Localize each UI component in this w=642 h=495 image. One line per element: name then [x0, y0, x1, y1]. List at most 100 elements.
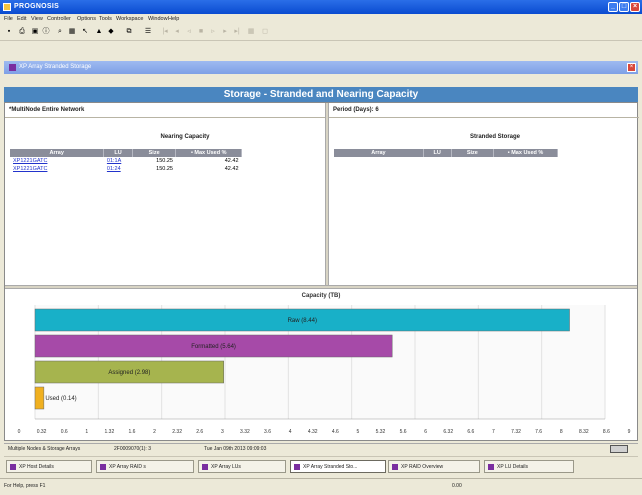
task-xp-array-raids[interactable]: XP Array RAID s — [96, 460, 194, 473]
maximize-button[interactable]: □ — [619, 2, 629, 12]
vertical-splitter[interactable] — [325, 103, 329, 286]
app-icon — [3, 3, 11, 11]
column-size[interactable]: Size — [132, 149, 177, 157]
layout-icon[interactable] — [610, 445, 628, 453]
chart-icon — [9, 64, 16, 71]
task-label: XP LU Details — [497, 464, 529, 470]
save-icon[interactable]: ▪ — [4, 27, 14, 37]
subwindow-close-button[interactable]: × — [627, 63, 636, 72]
table-row[interactable]: XP1221GATC 01:1A 150.25 42.42 — [10, 157, 242, 165]
size-cell: 150.25 — [156, 158, 173, 164]
window-tabs: XP Host Details XP Array RAID s XP Array… — [4, 456, 638, 475]
nodes-label: Multiple Nodes & Storage Arrays — [8, 446, 81, 452]
task-xp-raid-overview[interactable]: XP RAID Overview — [388, 460, 480, 473]
x-tick-label: 4 — [289, 429, 292, 435]
size-cell: 150.25 — [156, 166, 173, 172]
lu-link[interactable]: 01:1A — [104, 157, 132, 165]
close-button[interactable]: × — [630, 2, 640, 12]
nav-play-icon[interactable]: ▹ — [208, 27, 218, 37]
menu-view[interactable]: View — [31, 16, 43, 22]
status-value: 0.00 — [452, 483, 462, 489]
x-tick-label: 1.6 — [128, 429, 135, 435]
nav-prev-icon[interactable]: ◂ — [172, 27, 182, 37]
chart-icon — [294, 464, 300, 470]
x-tick-label: 2.32 — [172, 429, 182, 435]
lock-icon[interactable]: ▲ — [94, 27, 104, 37]
lu-link[interactable]: 01:24 — [104, 165, 132, 173]
column-array[interactable]: Array — [334, 149, 424, 157]
window-icon[interactable]: ◻ — [260, 27, 270, 37]
task-xp-host-details[interactable]: XP Host Details — [6, 460, 92, 473]
x-tick-label: 4.32 — [308, 429, 318, 435]
chart-icon — [100, 464, 106, 470]
task-xp-lu-details[interactable]: XP LU Details — [484, 460, 574, 473]
zoom-icon[interactable]: ⌕ — [55, 27, 65, 37]
copy-icon[interactable]: ⧉ — [124, 27, 134, 37]
minimize-button[interactable]: _ — [608, 2, 618, 12]
menu-options[interactable]: Options — [77, 16, 96, 22]
nav-stop-icon[interactable]: ■ — [196, 27, 206, 37]
pointer-icon[interactable]: ↖ — [80, 27, 90, 37]
table-row[interactable]: XP1221GATC 01:24 150.25 42.42 — [10, 165, 242, 173]
column-max-used[interactable]: • Max Used % — [175, 149, 242, 157]
menu-file[interactable]: File — [4, 16, 13, 22]
window-title: PROGNOSIS — [14, 3, 60, 10]
page-title: Storage - Stranded and Nearing Capacity — [4, 87, 638, 102]
task-xp-array-lus[interactable]: XP Array LUs — [198, 460, 286, 473]
x-tick-label: 3.6 — [264, 429, 271, 435]
menu-edit[interactable]: Edit — [17, 16, 26, 22]
menu-tools[interactable]: Tools — [99, 16, 112, 22]
capacity-chart: Raw (8.44) Formatted (5.64) Assigned (2.98… — [18, 305, 631, 435]
list-icon[interactable]: ☰ — [143, 27, 153, 37]
x-tick-label: 0 — [18, 429, 21, 435]
task-label: XP Host Details — [19, 464, 54, 470]
help-hint: For Help, press F1 — [4, 483, 46, 489]
array-link[interactable]: XP1221GATC — [10, 157, 104, 165]
header-divider — [5, 117, 639, 118]
alert-icon[interactable]: ◆ — [106, 27, 116, 37]
chart-icon[interactable]: ▦ — [67, 27, 77, 37]
x-tick-label: 9 — [628, 429, 631, 435]
menu-controller[interactable]: Controller — [47, 16, 71, 22]
period-label: Period (Days): 6 — [333, 107, 379, 113]
nav-back-icon[interactable]: ◃ — [184, 27, 194, 37]
task-label: XP Array Stranded Sto... — [303, 464, 358, 470]
bar-label-2: Assigned (2.98) — [108, 370, 150, 376]
bar-label-0: Raw (8.44) — [288, 318, 317, 324]
x-tick-label: 4.6 — [332, 429, 339, 435]
display-icon[interactable]: ▣ — [30, 27, 40, 37]
array-link[interactable]: XP1221GATC — [10, 165, 104, 173]
subwindow-title-bar: XP Array Stranded Storage × — [4, 61, 638, 74]
status-bar: For Help, press F1 0.00 — [0, 478, 642, 495]
stranded-storage-table: Array LU Size • Max Used % — [334, 149, 558, 157]
x-tick-label: 6.6 — [467, 429, 474, 435]
menu-workspace[interactable]: Workspace — [116, 16, 143, 22]
x-tick-label: 0.32 — [37, 429, 47, 435]
menu-window[interactable]: Window — [148, 16, 168, 22]
nav-next-icon[interactable]: ▸ — [220, 27, 230, 37]
task-xp-array-stranded-storage[interactable]: XP Array Stranded Sto... — [290, 460, 386, 473]
menu-bar: File Edit View Controller Options Tools … — [0, 14, 642, 25]
column-max-used[interactable]: • Max Used % — [493, 149, 558, 157]
x-tick-label: 2 — [153, 429, 156, 435]
bar-label-1: Formatted (5.64) — [191, 344, 236, 350]
menu-help[interactable]: Help — [168, 16, 179, 22]
network-label: *MultiNode Entire Network — [9, 107, 85, 113]
bar-label-3: Used (0.14) — [45, 396, 76, 402]
column-lu[interactable]: LU — [103, 149, 133, 157]
column-array[interactable]: Array — [10, 149, 105, 157]
chart-icon — [392, 464, 398, 470]
column-lu[interactable]: LU — [423, 149, 452, 157]
title-bar: PROGNOSIS _ □ × — [0, 0, 642, 14]
max-used-cell: 42.42 — [224, 158, 239, 164]
x-tick-label: 8 — [560, 429, 563, 435]
grid-icon[interactable]: ▦ — [246, 27, 256, 37]
nav-last-icon[interactable]: ▸| — [232, 27, 242, 37]
nav-first-icon[interactable]: |◂ — [160, 27, 170, 37]
info-icon[interactable]: ⓘ — [41, 27, 51, 37]
x-tick-label: 8.6 — [603, 429, 610, 435]
print-icon[interactable]: ⎙ — [17, 27, 27, 37]
column-size[interactable]: Size — [451, 149, 495, 157]
horizontal-splitter[interactable] — [5, 285, 637, 289]
x-tick-label: 1 — [85, 429, 88, 435]
